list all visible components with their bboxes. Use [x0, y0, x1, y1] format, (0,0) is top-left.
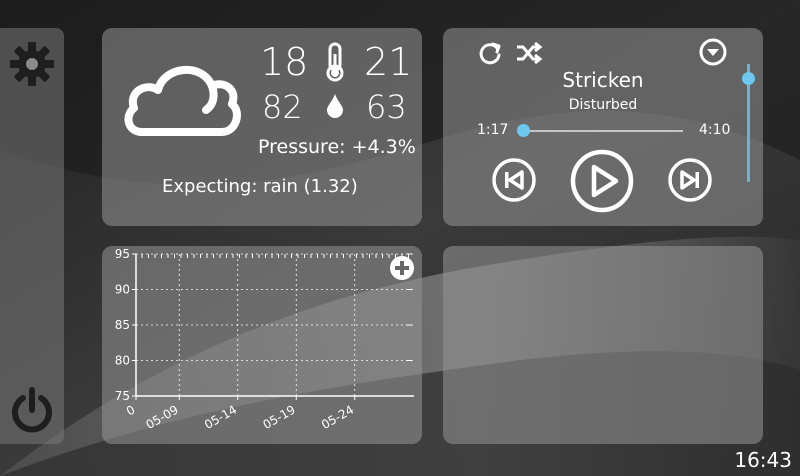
- thermometer-icon: [322, 42, 348, 82]
- dropdown-icon[interactable]: [699, 38, 727, 66]
- pressure-label: Pressure: +4.3%: [258, 136, 416, 158]
- play-button[interactable]: [569, 148, 635, 214]
- y-tick-label: 75: [115, 389, 130, 403]
- x-tick-label: 05-14: [202, 402, 239, 432]
- x-tick-label: 05-24: [319, 402, 356, 432]
- power-icon[interactable]: [8, 386, 56, 434]
- x-tick-label: 0: [124, 402, 138, 418]
- temp-high: 21: [364, 40, 413, 84]
- music-player-panel: Stricken Disturbed 1:17 4:10: [443, 28, 763, 226]
- shuffle-icon[interactable]: [515, 40, 543, 66]
- y-tick-label: 95: [115, 247, 130, 261]
- humidity-low: 82: [262, 88, 303, 126]
- y-tick-label: 80: [115, 354, 130, 368]
- gear-icon[interactable]: [8, 40, 56, 88]
- expecting-label: Expecting: rain (1.32): [162, 176, 358, 197]
- droplet-icon: [326, 92, 344, 118]
- x-tick-label: 05-19: [261, 402, 298, 432]
- previous-button[interactable]: [491, 157, 537, 203]
- sidebar: [0, 28, 64, 444]
- line-chart: 95 90 85 80 750 05-09 05-14 05-19 05-24: [115, 247, 414, 432]
- next-button[interactable]: [667, 157, 713, 203]
- empty-panel: [443, 246, 763, 444]
- progress-track[interactable]: [521, 130, 683, 132]
- progress-knob[interactable]: [516, 124, 530, 137]
- elapsed-time: 1:17: [477, 122, 509, 138]
- weather-panel: 18 21 82 63 Pressure: +4.3% Expecting: r…: [102, 28, 422, 226]
- temp-low: 18: [260, 40, 309, 84]
- y-tick-label: 90: [115, 283, 130, 297]
- chart-panel: 95 90 85 80 75 0 05-09 05-14 05-19 05-24: [102, 246, 422, 444]
- x-tick-label: 05-09: [144, 402, 181, 432]
- humidity-high: 63: [366, 88, 407, 126]
- duration-time: 4:10: [699, 122, 731, 138]
- clock: 16:43: [734, 448, 792, 472]
- track-title: Stricken: [562, 68, 644, 92]
- track-artist: Disturbed: [568, 97, 638, 113]
- repeat-icon[interactable]: [477, 40, 503, 66]
- zoom-in-icon[interactable]: [388, 254, 416, 282]
- cloud-icon: [120, 58, 242, 138]
- y-tick-label: 85: [115, 318, 130, 332]
